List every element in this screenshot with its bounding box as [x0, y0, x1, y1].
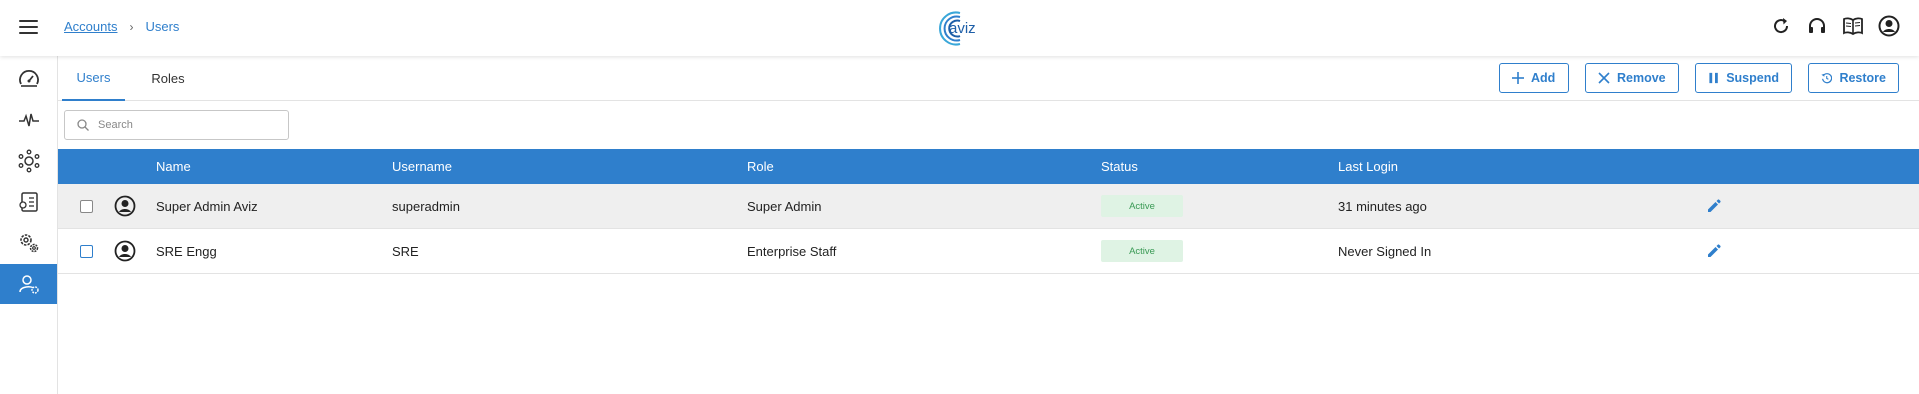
- cell-username: SRE: [392, 243, 419, 259]
- top-header: Accounts › Users aviz: [0, 0, 1919, 56]
- restore-icon: [1821, 73, 1833, 84]
- cell-name: Super Admin Aviz: [156, 198, 258, 214]
- headset-icon[interactable]: [1806, 15, 1828, 37]
- search-box: [64, 110, 289, 140]
- restore-button-label: Restore: [1839, 71, 1886, 85]
- cell-role: Enterprise Staff: [747, 243, 837, 259]
- suspend-button[interactable]: Suspend: [1695, 63, 1792, 93]
- column-header-role[interactable]: Role: [747, 149, 774, 184]
- cell-last-login: Never Signed In: [1338, 243, 1432, 259]
- action-toolbar: Add Remove Suspend Restore: [1499, 63, 1899, 93]
- edit-icon[interactable]: [1706, 198, 1722, 214]
- main-content: Users Roles Add Remove Suspend Restore S…: [58, 56, 1919, 394]
- network-gear-icon: [18, 149, 39, 173]
- sidebar-item-network[interactable]: [0, 141, 57, 181]
- cell-role: Super Admin: [747, 198, 822, 214]
- svg-text:aviz: aviz: [949, 20, 976, 37]
- tab-users[interactable]: Users: [62, 56, 125, 101]
- table-row[interactable]: SRE Engg SRE Enterprise Staff Active Nev…: [58, 229, 1919, 274]
- column-header-last-login[interactable]: Last Login: [1338, 149, 1398, 184]
- cell-last-login: 31 minutes ago: [1338, 198, 1427, 214]
- column-header-name[interactable]: Name: [156, 149, 191, 184]
- users-table: Name Username Role Status Last Login Sup…: [58, 149, 1919, 274]
- column-header-username[interactable]: Username: [392, 149, 452, 184]
- edit-icon[interactable]: [1706, 243, 1722, 259]
- user-settings-icon: [18, 275, 39, 294]
- search-input[interactable]: [98, 119, 278, 131]
- menu-icon[interactable]: [19, 17, 39, 37]
- sidebar-item-monitoring[interactable]: [0, 100, 57, 140]
- book-icon[interactable]: [1842, 15, 1864, 37]
- breadcrumb: Accounts › Users: [64, 19, 179, 34]
- sidebar-item-documents[interactable]: [0, 182, 57, 222]
- tab-roles[interactable]: Roles: [136, 56, 200, 100]
- breadcrumb-current: Users: [145, 19, 180, 34]
- settings-gears-icon: [19, 234, 38, 253]
- row-checkbox[interactable]: [80, 244, 93, 258]
- row-checkbox[interactable]: [80, 199, 93, 213]
- table-header: Name Username Role Status Last Login: [58, 149, 1919, 184]
- search-icon: [77, 119, 89, 131]
- add-button-label: Add: [1531, 71, 1556, 85]
- remove-button[interactable]: Remove: [1585, 63, 1679, 93]
- account-icon[interactable]: [1878, 15, 1900, 37]
- sidebar-item-users[interactable]: [0, 264, 57, 304]
- status-badge: Active: [1101, 240, 1183, 262]
- user-avatar-icon: [114, 240, 136, 262]
- pause-icon: [1709, 72, 1718, 84]
- breadcrumb-accounts-link[interactable]: Accounts: [64, 19, 117, 34]
- user-avatar-icon: [114, 195, 136, 217]
- suspend-button-label: Suspend: [1726, 71, 1779, 85]
- tab-bar: Users Roles Add Remove Suspend Restore: [58, 56, 1919, 101]
- sidebar: [0, 56, 58, 394]
- cell-name: SRE Engg: [156, 243, 217, 259]
- dashboard-gauge-icon: [18, 70, 39, 87]
- restore-button[interactable]: Restore: [1808, 63, 1899, 93]
- aviz-logo: aviz: [939, 11, 976, 46]
- document-settings-icon: [18, 192, 38, 212]
- refresh-icon[interactable]: [1770, 15, 1792, 37]
- remove-button-label: Remove: [1617, 71, 1666, 85]
- add-button[interactable]: Add: [1499, 63, 1569, 93]
- pulse-icon: [18, 113, 39, 127]
- column-header-status[interactable]: Status: [1101, 149, 1138, 184]
- close-icon: [1598, 72, 1610, 84]
- sidebar-item-dashboard[interactable]: [0, 59, 57, 99]
- table-row[interactable]: Super Admin Aviz superadmin Super Admin …: [58, 184, 1919, 229]
- plus-icon: [1512, 72, 1524, 84]
- status-badge: Active: [1101, 195, 1183, 217]
- cell-username: superadmin: [392, 198, 460, 214]
- sidebar-item-settings[interactable]: [0, 223, 57, 263]
- breadcrumb-separator: ›: [129, 19, 134, 34]
